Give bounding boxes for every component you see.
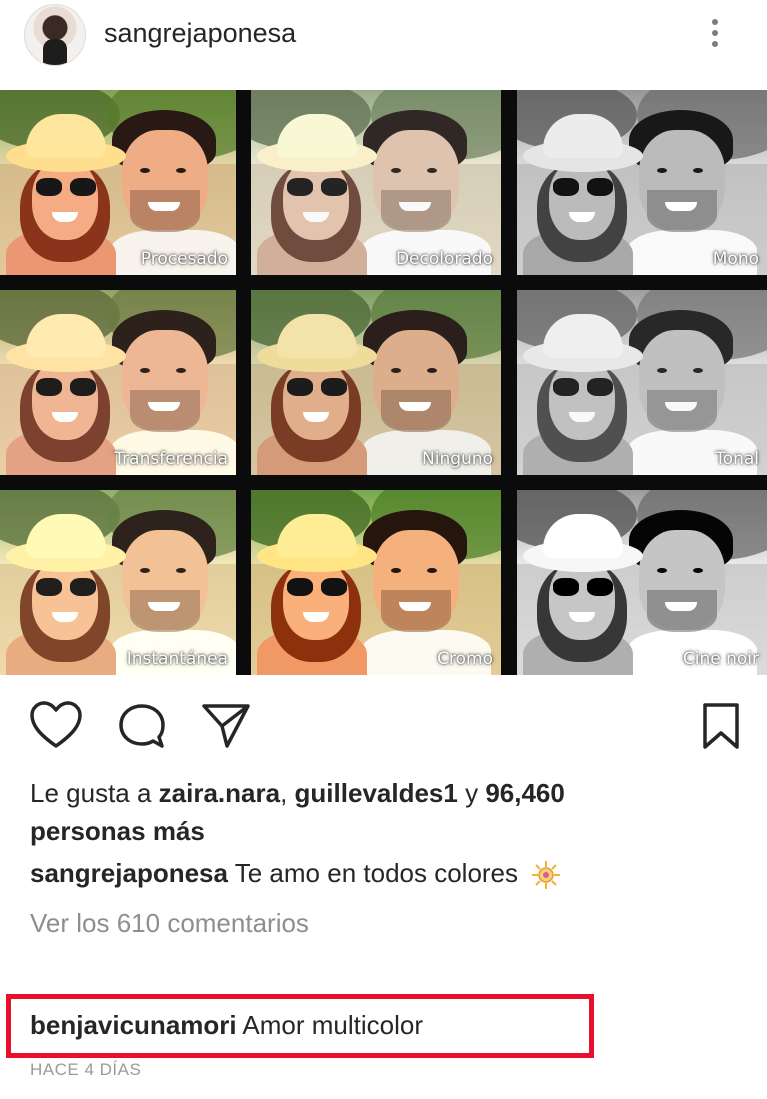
selfie-photo: [251, 490, 501, 675]
filter-label: Ninguno: [422, 449, 493, 469]
filter-label: Mono: [712, 249, 759, 269]
filter-label: Procesado: [140, 249, 228, 269]
selfie-photo: [251, 90, 501, 275]
comment: benjavicunamori Amor multicolor: [30, 1010, 423, 1041]
more-vert-icon[interactable]: [702, 14, 728, 54]
comment-username[interactable]: benjavicunamori: [30, 1010, 237, 1040]
comment-text: Amor multicolor: [242, 1010, 424, 1040]
post-username[interactable]: sangrejaponesa: [104, 18, 296, 49]
share-icon[interactable]: [200, 700, 252, 750]
likes-separator: ,: [280, 778, 288, 808]
likes-count[interactable]: 96,460: [485, 778, 565, 808]
filter-thumbnail[interactable]: Ninguno: [251, 290, 501, 475]
selfie-photo: [251, 290, 501, 475]
caption-username[interactable]: sangrejaponesa: [30, 858, 228, 888]
liker-user-2[interactable]: guillevaldes1: [295, 778, 458, 808]
selfie-photo: [517, 490, 767, 675]
avatar[interactable]: [24, 4, 86, 66]
likes-suffix[interactable]: personas más: [30, 816, 205, 846]
liker-user-1[interactable]: zaira.nara: [159, 778, 280, 808]
filter-label: Instantánea: [126, 649, 228, 669]
selfie-photo: [517, 90, 767, 275]
filter-label: Cine noir: [682, 649, 759, 669]
filter-thumbnail[interactable]: Procesado: [0, 90, 236, 275]
likes-conjunction: y: [465, 778, 479, 808]
view-comments-link[interactable]: Ver los 610 comentarios: [30, 908, 309, 939]
photo-grid[interactable]: Procesado Decolorado Mono Transferencia Ning…: [0, 90, 767, 675]
filter-thumbnail[interactable]: Tonal: [517, 290, 767, 475]
filter-label: Transferencia: [114, 449, 228, 469]
caption: sangrejaponesa Te amo en todos colores: [30, 856, 561, 890]
post-timestamp: HACE 4 DÍAS: [30, 1060, 142, 1079]
heart-icon[interactable]: [29, 700, 83, 750]
selfie-photo: [0, 90, 236, 275]
selfie-photo: [0, 490, 236, 675]
filter-thumbnail[interactable]: Mono: [517, 90, 767, 275]
filter-label: Cromo: [437, 649, 493, 669]
filter-thumbnail[interactable]: Instantánea: [0, 490, 236, 675]
likes-prefix: Le gusta a: [30, 778, 152, 808]
filter-thumbnail[interactable]: Transferencia: [0, 290, 236, 475]
filter-thumbnail[interactable]: Decolorado: [251, 90, 501, 275]
selfie-photo: [517, 290, 767, 475]
post-header: sangrejaponesa: [0, 0, 767, 80]
bookmark-icon[interactable]: [700, 702, 742, 750]
comment-icon[interactable]: [117, 702, 167, 750]
selfie-photo: [0, 290, 236, 475]
filter-label: Tonal: [715, 449, 759, 469]
filter-thumbnail[interactable]: Cromo: [251, 490, 501, 675]
filter-label: Decolorado: [395, 249, 493, 269]
likes-text: Le gusta a zaira.nara, guillevaldes1 y 9…: [30, 774, 730, 850]
sun-emoji-icon: [532, 861, 561, 890]
caption-text: Te amo en todos colores: [234, 858, 519, 888]
filter-thumbnail[interactable]: Cine noir: [517, 490, 767, 675]
